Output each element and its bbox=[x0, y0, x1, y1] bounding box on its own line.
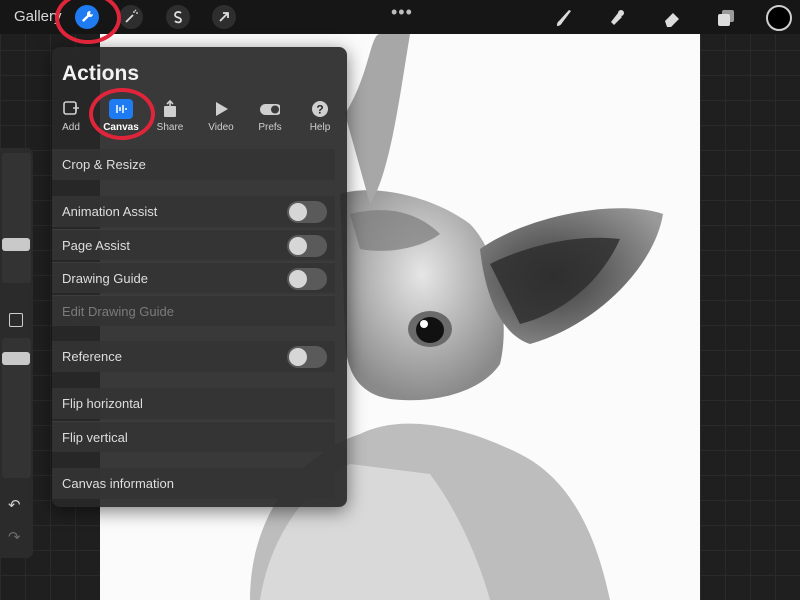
animation-assist-item[interactable]: Animation Assist bbox=[52, 196, 335, 227]
page-assist-item[interactable]: Page Assist bbox=[52, 229, 335, 260]
tab-label: Add bbox=[62, 122, 80, 133]
animation-assist-toggle[interactable] bbox=[287, 201, 327, 223]
edit-drawing-guide-item: Edit Drawing Guide bbox=[52, 295, 335, 326]
item-label: Flip horizontal bbox=[62, 396, 143, 411]
page-assist-toggle[interactable] bbox=[287, 235, 327, 257]
item-label: Reference bbox=[62, 349, 122, 364]
help-icon: ? bbox=[310, 99, 330, 119]
more-options-icon[interactable]: ••• bbox=[391, 2, 413, 23]
tab-video[interactable]: Video bbox=[197, 97, 245, 137]
smudge-icon[interactable] bbox=[604, 5, 630, 31]
tab-label: Prefs bbox=[258, 122, 282, 133]
brush-size-handle[interactable] bbox=[2, 238, 30, 251]
layers-icon[interactable] bbox=[713, 5, 739, 31]
tab-label: Help bbox=[309, 122, 331, 133]
panel-title: Actions bbox=[62, 62, 140, 85]
add-icon bbox=[61, 99, 81, 119]
reference-item[interactable]: Reference bbox=[52, 341, 335, 372]
brush-icon[interactable] bbox=[551, 5, 577, 31]
prefs-toggle-icon bbox=[260, 99, 282, 119]
adjustments-magic-wand-icon[interactable] bbox=[119, 5, 143, 29]
modify-button[interactable] bbox=[9, 313, 23, 327]
crop-resize-item[interactable]: Crop & Resize bbox=[52, 149, 335, 180]
annotation-circle-canvas bbox=[89, 88, 155, 140]
canvas-information-item[interactable]: Canvas information bbox=[52, 468, 335, 499]
share-icon bbox=[160, 99, 180, 119]
tab-add[interactable]: Add bbox=[47, 97, 95, 137]
tab-prefs[interactable]: Prefs bbox=[246, 97, 294, 137]
tab-label: Share bbox=[156, 122, 184, 133]
item-label: Page Assist bbox=[62, 238, 130, 253]
video-icon bbox=[211, 99, 231, 119]
brush-size-slider[interactable] bbox=[2, 153, 31, 283]
item-label: Edit Drawing Guide bbox=[62, 304, 174, 319]
color-picker-button[interactable] bbox=[766, 5, 792, 31]
transform-arrow-icon[interactable] bbox=[212, 5, 236, 29]
left-sidebar: ↶ ↷ bbox=[0, 148, 33, 558]
opacity-handle[interactable] bbox=[2, 352, 30, 365]
drawing-guide-item[interactable]: Drawing Guide bbox=[52, 262, 335, 293]
item-label: Animation Assist bbox=[62, 204, 158, 219]
flip-horizontal-item[interactable]: Flip horizontal bbox=[52, 388, 335, 419]
item-label: Flip vertical bbox=[62, 430, 128, 445]
svg-text:?: ? bbox=[316, 103, 323, 117]
reference-toggle[interactable] bbox=[287, 346, 327, 368]
eraser-icon[interactable] bbox=[659, 5, 685, 31]
drawing-guide-toggle[interactable] bbox=[287, 268, 327, 290]
redo-icon[interactable]: ↷ bbox=[8, 528, 21, 546]
tab-help[interactable]: ? Help bbox=[296, 97, 344, 137]
selection-s-icon[interactable] bbox=[166, 5, 190, 29]
flip-vertical-item[interactable]: Flip vertical bbox=[52, 421, 335, 452]
item-label: Drawing Guide bbox=[62, 271, 148, 286]
tab-label: Video bbox=[208, 122, 234, 133]
item-label: Crop & Resize bbox=[62, 157, 146, 172]
undo-icon[interactable]: ↶ bbox=[8, 496, 21, 514]
item-label: Canvas information bbox=[62, 476, 174, 491]
